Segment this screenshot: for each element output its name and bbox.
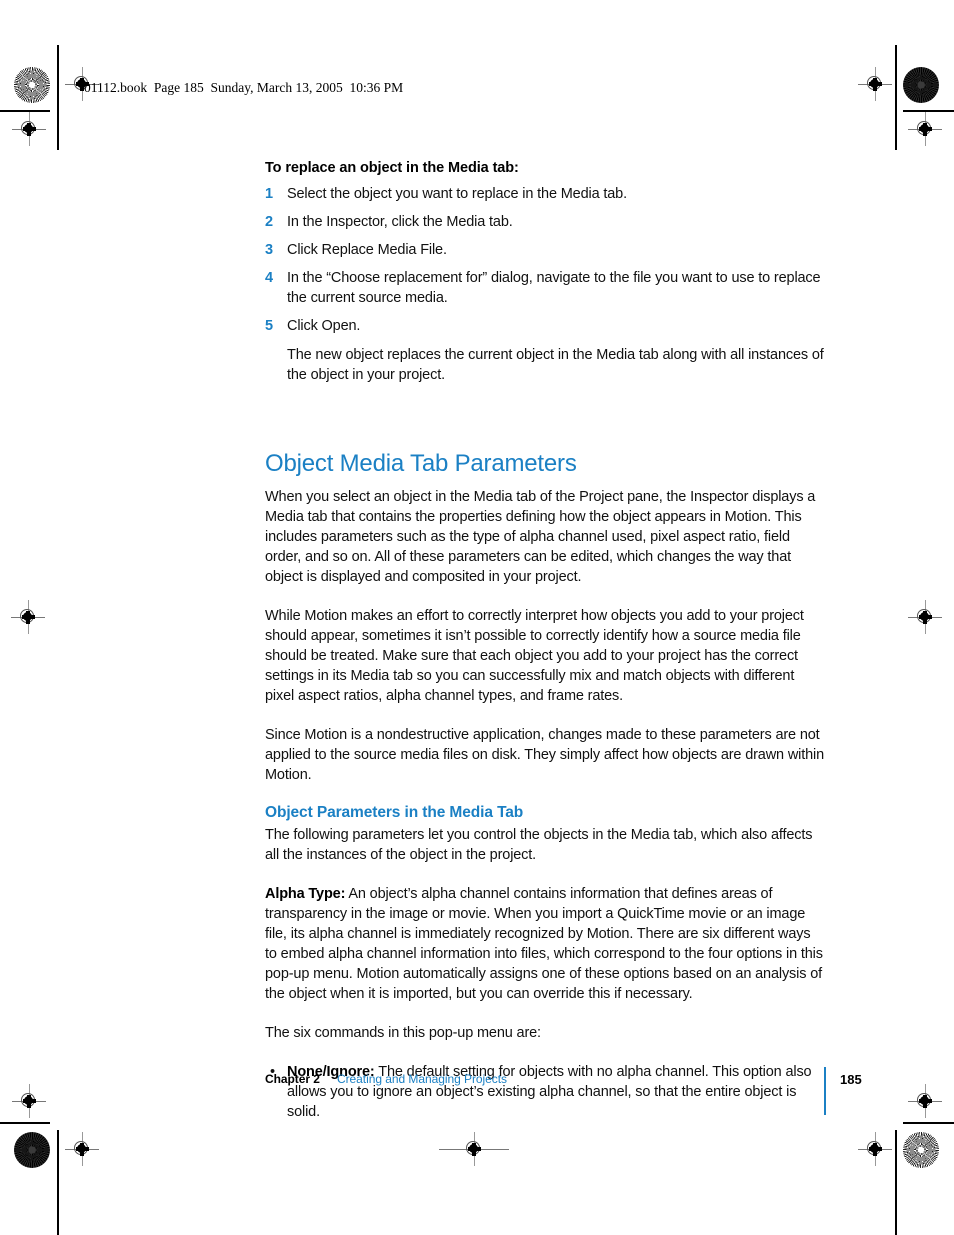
page-number: 185 [840, 1072, 862, 1087]
crop-mark-vertical [57, 1130, 59, 1235]
step-text: In the Inspector, click the Media tab. [287, 214, 513, 230]
registration-crosshair-icon [439, 1132, 509, 1166]
file-slug-line: 01112.book Page 185 Sunday, March 13, 20… [84, 80, 404, 95]
page-title: Object Media Tab Parameters [265, 449, 577, 477]
alpha-type-paragraph: Alpha Type: An object’s alpha channel co… [265, 884, 825, 1004]
registration-crosshair-icon [908, 1084, 942, 1118]
crop-mark-horizontal [0, 1122, 50, 1124]
list-item: 5 Click Open. [265, 317, 825, 337]
registration-crosshair-icon [858, 1132, 892, 1166]
step-text: In the “Choose replacement for” dialog, … [287, 270, 821, 306]
step-text: Click Replace Media File. [287, 242, 447, 258]
step-text: Select the object you want to replace in… [287, 186, 627, 202]
procedure-result-paragraph: The new object replaces the current obje… [287, 346, 824, 383]
document-page: 01112.book Page 185 Sunday, March 13, 20… [0, 0, 954, 1235]
subsection-intro-paragraph: The following parameters let you control… [265, 826, 813, 863]
crop-mark-horizontal [903, 1122, 954, 1124]
color-rosette-icon [14, 1132, 50, 1168]
list-item: 1 Select the object you want to replace … [265, 185, 825, 205]
body-paragraph: When you select an object in the Media t… [265, 488, 816, 585]
crop-mark-vertical [57, 45, 59, 150]
crop-mark-vertical [895, 45, 897, 150]
body-paragraph: Since Motion is a nondestructive applica… [265, 726, 825, 783]
step-number: 1 [265, 186, 273, 202]
color-rosette-icon [903, 67, 939, 103]
step-number: 5 [265, 317, 273, 334]
footer-chapter-label: Chapter 2 [265, 1072, 320, 1086]
procedure-step-list: 1 Select the object you want to replace … [265, 185, 825, 336]
list-item: 2 In the Inspector, click the Media tab. [265, 213, 825, 233]
registration-crosshair-icon [12, 112, 46, 146]
step-number: 4 [265, 270, 273, 286]
subsection-heading: Object Parameters in the Media Tab [265, 803, 524, 821]
step-number: 2 [265, 214, 273, 230]
commands-intro-paragraph: The six commands in this pop-up menu are… [265, 1024, 541, 1041]
text-column: To replace an object in the Media tab: 1… [265, 160, 825, 1130]
page-footer: Chapter 2 Creating and Managing Projects [265, 1072, 880, 1092]
alpha-type-text: An object’s alpha channel contains infor… [265, 885, 823, 1002]
registration-crosshair-icon [908, 600, 942, 634]
registration-crosshair-icon [11, 600, 45, 634]
list-item: 4 In the “Choose replacement for” dialog… [265, 269, 825, 308]
footer-chapter-title: Creating and Managing Projects [337, 1072, 507, 1086]
procedure-title: To replace an object in the Media tab: [265, 160, 519, 176]
step-text: Click Open. [287, 317, 361, 334]
registration-crosshair-icon [858, 67, 892, 101]
registration-crosshair-icon [908, 112, 942, 146]
registration-crosshair-icon [65, 1132, 99, 1166]
list-item: 3 Click Replace Media File. [265, 241, 825, 261]
alpha-type-label: Alpha Type: [265, 885, 346, 902]
crop-mark-vertical [895, 1130, 897, 1235]
step-number: 3 [265, 242, 273, 258]
color-rosette-icon [903, 1132, 939, 1168]
body-paragraph: While Motion makes an effort to correctl… [265, 607, 804, 704]
registration-crosshair-icon [12, 1084, 46, 1118]
color-rosette-icon [14, 67, 50, 103]
footer-divider [824, 1067, 826, 1115]
